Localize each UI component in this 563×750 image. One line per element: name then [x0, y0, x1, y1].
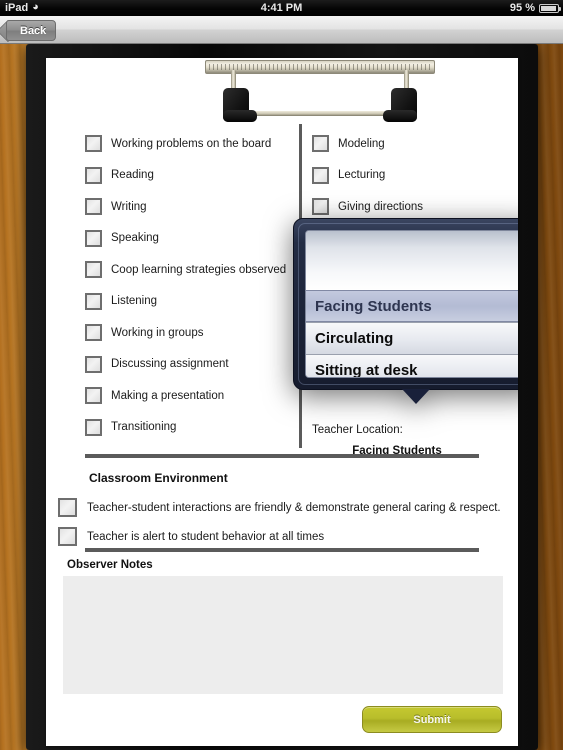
popover-arrow-icon [402, 389, 430, 404]
navigation-bar: Back [0, 16, 563, 44]
observation-form-paper: Working problems on the board Reading Writ… [46, 58, 518, 746]
checklist-row-label: Speaking [111, 232, 159, 245]
checklist-row[interactable]: Writing [85, 191, 295, 223]
teacher-location-label: Teacher Location: [312, 424, 403, 436]
teacher-activity-column: Modeling Lecturing Giving directions [312, 128, 502, 223]
environment-row-label: Teacher is alert to student behavior at … [87, 530, 325, 543]
checklist-row-label: Making a presentation [111, 389, 225, 402]
wood-desk-background: Working problems on the board Reading Writ… [0, 44, 563, 750]
clipboard-clip [205, 60, 435, 122]
checkbox-icon[interactable] [85, 229, 102, 247]
environment-row[interactable]: Teacher-student interactions are friendl… [58, 493, 508, 522]
picker-wheel[interactable]: Facing Students Circulating Sitting at des… [305, 230, 518, 378]
checkbox-icon[interactable] [58, 498, 77, 517]
teacher-location-picker-popover[interactable]: Facing Students Circulating Sitting at des… [293, 218, 518, 404]
checkbox-icon[interactable] [85, 387, 102, 405]
student-activity-column: Working problems on the board Reading Writ… [85, 128, 295, 443]
back-button[interactable]: Back [6, 20, 57, 41]
observer-notes-title: Observer Notes [67, 559, 153, 571]
checklist-row-label: Coop learning strategies observed [111, 263, 287, 276]
checkbox-icon[interactable] [312, 198, 329, 216]
checklist-row[interactable]: Making a presentation [85, 380, 295, 412]
picker-frame: Facing Students Circulating Sitting at des… [293, 218, 518, 390]
submit-button-label: Submit [413, 713, 451, 726]
checklist-row[interactable]: Working problems on the board [85, 128, 295, 160]
clip-wire-bottom [233, 111, 407, 116]
picker-option[interactable]: Facing Students [306, 290, 518, 322]
checklist-row-label: Working in groups [111, 326, 204, 339]
checkbox-icon[interactable] [85, 261, 102, 279]
status-bar-right: 95 % [509, 2, 561, 14]
picker-option[interactable]: Circulating [306, 322, 518, 354]
classroom-environment-title: Classroom Environment [89, 471, 228, 485]
clip-bar [205, 60, 435, 74]
checkbox-icon[interactable] [85, 292, 102, 310]
observer-notes-input[interactable] [63, 576, 503, 694]
classroom-environment-rows: Teacher-student interactions are friendl… [58, 493, 508, 551]
checklist-row-label: Transitioning [111, 421, 177, 434]
checklist-row-label: Reading [111, 169, 154, 182]
checklist-row[interactable]: Modeling [312, 128, 502, 160]
checklist-row-label: Working problems on the board [111, 137, 272, 150]
environment-row[interactable]: Teacher is alert to student behavior at … [58, 522, 508, 551]
checklist-row-label: Discussing assignment [111, 358, 229, 371]
checkbox-icon[interactable] [85, 135, 102, 153]
checklist-row-label: Modeling [338, 137, 385, 150]
submit-button[interactable]: Submit [362, 706, 502, 733]
section-divider-1 [85, 454, 479, 458]
back-button-label: Back [20, 24, 47, 37]
battery-percent-label: 95 % [509, 2, 535, 14]
checklist-row[interactable]: Coop learning strategies observed [85, 254, 295, 286]
checklist-row[interactable]: Working in groups [85, 317, 295, 349]
environment-row-label: Teacher-student interactions are friendl… [87, 501, 501, 514]
ios-status-bar: iPad ◕ 4:41 PM 95 % [0, 0, 563, 16]
checkbox-icon[interactable] [85, 355, 102, 373]
battery-icon [539, 3, 561, 13]
clip-foot-right [383, 88, 417, 122]
picker-option[interactable]: Sitting at desk [306, 354, 518, 377]
checklist-row-label: Giving directions [338, 200, 424, 213]
checklist-row[interactable]: Speaking [85, 223, 295, 255]
checkbox-icon[interactable] [312, 135, 329, 153]
checkbox-icon[interactable] [85, 166, 102, 184]
section-divider-2 [85, 548, 479, 552]
checklist-row[interactable]: Discussing assignment [85, 349, 295, 381]
checkbox-icon[interactable] [85, 418, 102, 436]
picker-blank-row [306, 231, 518, 290]
checkbox-icon[interactable] [58, 527, 77, 546]
checklist-row[interactable]: Reading [85, 160, 295, 192]
clip-foot-left [223, 88, 257, 122]
checklist-row[interactable]: Listening [85, 286, 295, 318]
status-bar-clock: 4:41 PM [260, 2, 303, 14]
teacher-location-result: Teacher Location: Facing Students [312, 424, 512, 457]
checklist-row-label: Lecturing [338, 169, 386, 182]
checkbox-icon[interactable] [85, 324, 102, 342]
checklist-row-label: Listening [111, 295, 158, 308]
checkbox-icon[interactable] [312, 166, 329, 184]
checklist-row[interactable]: Lecturing [312, 160, 502, 192]
checklist-row[interactable]: Transitioning [85, 412, 295, 444]
checkbox-icon[interactable] [85, 198, 102, 216]
clipboard-frame: Working problems on the board Reading Writ… [26, 44, 538, 750]
checklist-row-label: Writing [111, 200, 147, 213]
